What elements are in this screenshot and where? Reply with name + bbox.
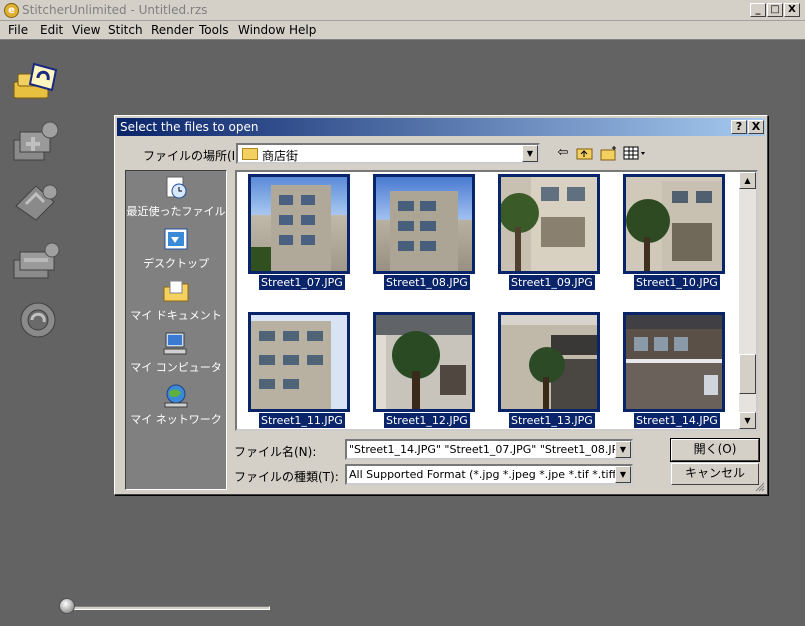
photo-thumbnail [498,174,600,274]
vertical-scrollbar[interactable]: ▲ ▼ [739,172,756,429]
chevron-down-icon[interactable]: ▼ [615,441,631,458]
look-in-combo[interactable]: 商店街 ▼ [236,143,540,164]
file-name: Street1_14.JPG [633,412,721,429]
place-my-network[interactable]: マイ ネットワーク [126,383,226,431]
add-images-icon[interactable] [12,120,60,164]
photo-thumbnail [373,174,475,274]
photo-thumbnail [623,312,725,412]
window-title: StitcherUnlimited - Untitled.rzs [22,3,208,17]
chevron-down-icon[interactable]: ▼ [615,466,631,483]
desktop-icon [164,228,188,250]
menu-window[interactable]: Window [238,23,285,37]
menu-render[interactable]: Render [151,23,194,37]
scroll-thumb[interactable] [739,354,756,394]
menu-tools[interactable]: Tools [199,23,229,37]
file-item[interactable]: Street1_10.JPG [622,174,726,291]
place-my-computer[interactable]: マイ コンピュータ [126,331,226,379]
chevron-down-icon[interactable]: ▼ [522,145,538,162]
photo-thumbnail [498,312,600,412]
menu-edit[interactable]: Edit [40,23,63,37]
file-name-label: ファイル名(N): [234,445,317,459]
scroll-up-icon[interactable]: ▲ [739,172,756,189]
open-button[interactable]: 開く(O) [670,438,760,462]
place-my-documents[interactable]: マイ ドキュメント [126,279,226,327]
file-item[interactable]: Street1_07.JPG [247,174,351,291]
dialog-title-bar: Select the files to open ? X [117,118,765,136]
cancel-button[interactable]: キャンセル [671,463,759,485]
title-bar: e StitcherUnlimited - Untitled.rzs _ □ X [0,0,805,21]
menu-bar: File Edit View Stitch Render Tools Windo… [0,21,805,40]
menu-view[interactable]: View [72,23,100,37]
file-name: Street1_11.JPG [258,412,346,429]
scroll-down-icon[interactable]: ▼ [739,412,756,429]
file-name: Street1_13.JPG [508,412,596,429]
network-icon [164,384,188,408]
menu-help[interactable]: Help [289,23,316,37]
finish-icon[interactable] [12,298,60,342]
folder-icon [242,148,258,160]
file-item[interactable]: Street1_11.JPG [247,312,351,429]
file-name: Street1_12.JPG [383,412,471,429]
minimize-button[interactable]: _ [750,3,766,17]
open-project-icon[interactable] [12,60,60,104]
photo-thumbnail [373,312,475,412]
resize-grip-icon[interactable] [753,480,765,492]
app-logo-icon: e [4,3,19,18]
zoom-slider-track[interactable] [62,606,270,610]
file-name: Street1_07.JPG [258,274,346,291]
file-name: Street1_10.JPG [633,274,721,291]
close-button[interactable]: X [784,3,800,17]
open-file-dialog: Select the files to open ? X ファイルの場所(I):… [114,115,768,495]
photo-thumbnail [248,312,350,412]
file-name-input[interactable]: "Street1_14.JPG" "Street1_07.JPG" "Stree… [345,439,633,460]
menu-file[interactable]: File [8,23,28,37]
file-item[interactable]: Street1_13.JPG [497,312,601,429]
places-bar: 最近使ったファイル デスクトップ マイ ドキュメント マイ コンピュータ マイ … [125,170,227,490]
new-folder-icon[interactable] [600,145,618,161]
file-item[interactable]: Street1_12.JPG [372,312,476,429]
place-recent[interactable]: 最近使ったファイル [126,175,226,223]
file-list[interactable]: Street1_07.JPG Street1_08.JPG Street1_09… [235,170,758,431]
place-desktop[interactable]: デスクトップ [126,227,226,275]
menu-stitch[interactable]: Stitch [108,23,143,37]
file-type-select[interactable]: All Supported Format (*.jpg *.jpeg *.jpe… [345,464,633,485]
up-folder-icon[interactable] [576,145,594,161]
file-name: Street1_09.JPG [508,274,596,291]
file-item[interactable]: Street1_09.JPG [497,174,601,291]
maximize-button[interactable]: □ [767,3,783,17]
computer-icon [163,332,187,355]
file-name: Street1_08.JPG [383,274,471,291]
help-button[interactable]: ? [731,120,747,134]
look-in-label: ファイルの場所(I): [143,149,244,163]
file-item[interactable]: Street1_14.JPG [622,312,726,429]
dialog-title: Select the files to open [120,120,259,134]
view-menu-icon[interactable] [623,145,647,161]
dialog-close-button[interactable]: X [748,120,764,134]
zoom-slider-knob[interactable] [59,598,75,614]
photo-thumbnail [248,174,350,274]
clock-document-icon [166,176,187,199]
photo-thumbnail [623,174,725,274]
stitch-icon[interactable] [12,180,60,224]
render-icon[interactable] [12,240,60,284]
file-type-label: ファイルの種類(T): [234,470,339,484]
documents-folder-icon [163,280,189,302]
back-icon[interactable]: ⇦ [554,145,572,161]
look-in-value: 商店街 [262,149,299,163]
file-item[interactable]: Street1_08.JPG [372,174,476,291]
